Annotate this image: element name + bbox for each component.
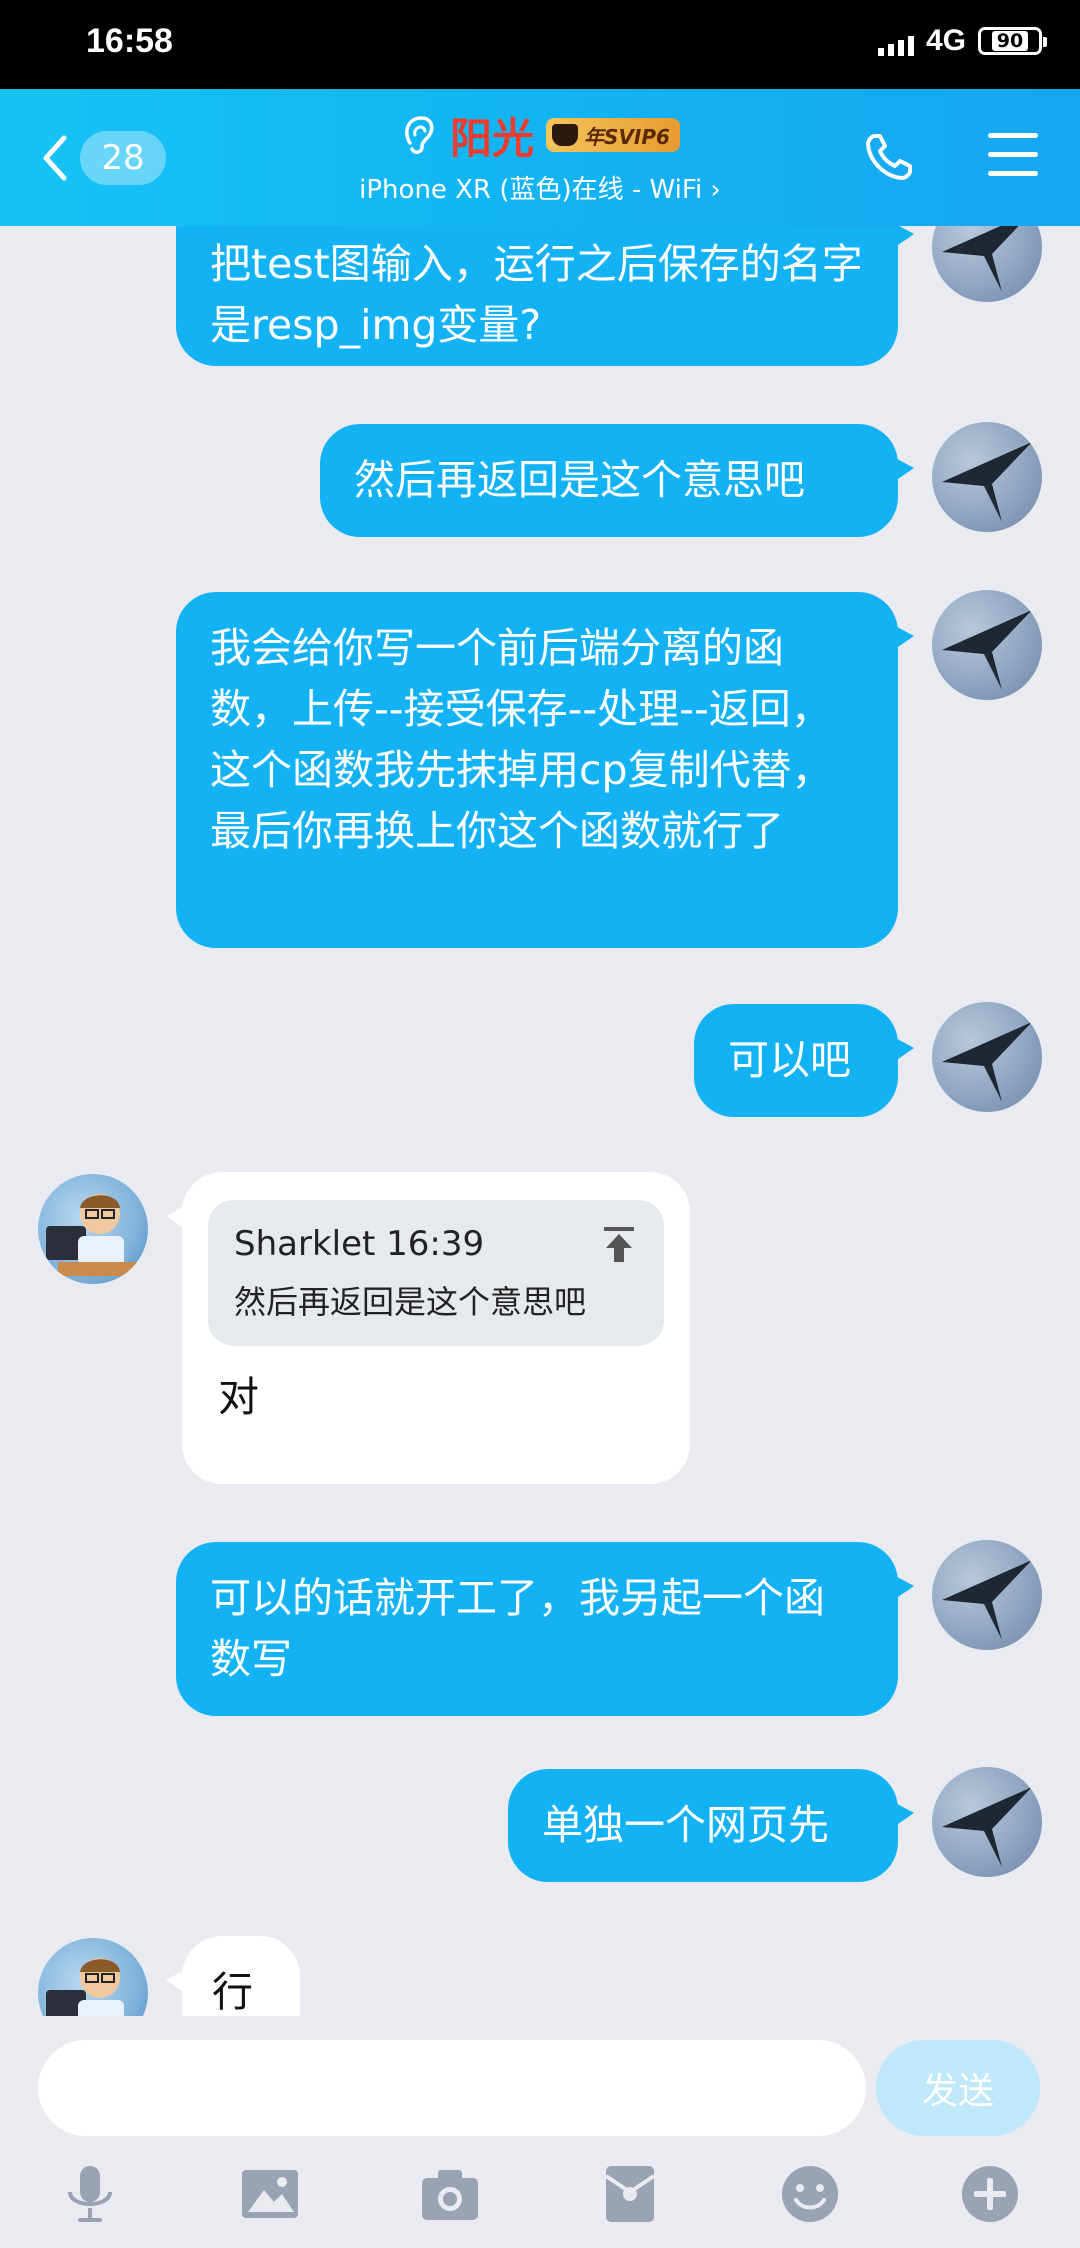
self-avatar[interactable]: [932, 590, 1042, 700]
self-avatar[interactable]: [932, 422, 1042, 532]
red-packet-icon[interactable]: [598, 2162, 662, 2226]
menu-button[interactable]: [988, 133, 1038, 179]
online-status: iPhone XR (蓝色)在线 - WiFi ›: [359, 175, 721, 205]
self-avatar[interactable]: [932, 1767, 1042, 1877]
quoted-message[interactable]: Sharklet 16:39 然后再返回是这个意思吧: [208, 1200, 664, 1346]
input-bar: 发送: [0, 2016, 1080, 2248]
status-bar: 16:58 4G 90: [0, 0, 1080, 89]
input-toolbar: [0, 2150, 1080, 2248]
svip-label: 年SVIP6: [584, 124, 670, 149]
send-button[interactable]: 发送: [876, 2040, 1040, 2136]
self-avatar[interactable]: [932, 226, 1042, 302]
message-text: 我会给你写一个前后端分离的函数，上传--接受保存--处理--返回，这个函数我先抹…: [210, 624, 833, 855]
image-icon[interactable]: [238, 2162, 302, 2226]
message-bubble-incoming[interactable]: Sharklet 16:39 然后再返回是这个意思吧 对: [166, 1172, 690, 1484]
phone-icon[interactable]: [863, 131, 915, 183]
mic-icon[interactable]: [58, 2162, 122, 2226]
ear-icon: [405, 116, 434, 154]
message-bubble-outgoing[interactable]: 把test图输入，运行之后保存的名字是resp_img变量?: [176, 226, 914, 366]
crown-icon: [552, 124, 579, 146]
message-bubble-outgoing[interactable]: 可以吧: [694, 1004, 914, 1117]
plus-icon[interactable]: [958, 2162, 1022, 2226]
signal-icon: [877, 26, 914, 56]
status-time: 16:58: [86, 22, 173, 60]
contact-avatar[interactable]: [38, 1174, 148, 1284]
message-bubble-outgoing[interactable]: 可以的话就开工了，我另起一个函数写: [176, 1542, 914, 1716]
message-bubble-outgoing[interactable]: 单独一个网页先: [508, 1769, 914, 1882]
message-bubble-incoming[interactable]: 行: [166, 1936, 300, 2016]
message-text: 然后再返回是这个意思吧: [354, 456, 805, 504]
emoji-icon[interactable]: [778, 2162, 842, 2226]
message-bubble-outgoing[interactable]: 我会给你写一个前后端分离的函数，上传--接受保存--处理--返回，这个函数我先抹…: [176, 592, 914, 948]
contact-info[interactable]: 阳光 年SVIP6 iPhone XR (蓝色)在线 - WiFi ›: [0, 107, 1080, 206]
message-list[interactable]: 把test图输入，运行之后保存的名字是resp_img变量? 然后再返回是这个意…: [0, 226, 1080, 2016]
contact-name: 阳光: [450, 113, 535, 163]
battery-icon: 90: [978, 27, 1047, 55]
message-text: 行: [212, 1968, 253, 2016]
jump-to-message-icon[interactable]: [600, 1224, 638, 1264]
message-text: 可以的话就开工了，我另起一个函数写: [210, 1574, 825, 1683]
self-avatar[interactable]: [932, 1540, 1042, 1650]
message-text: 对: [218, 1373, 259, 1421]
contact-avatar[interactable]: [38, 1938, 148, 2016]
camera-icon[interactable]: [418, 2162, 482, 2226]
message-text: 把test图输入，运行之后保存的名字是resp_img变量?: [210, 240, 863, 349]
status-icons: 4G 90: [877, 24, 1047, 58]
message-text: 可以吧: [728, 1036, 851, 1084]
message-bubble-outgoing[interactable]: 然后再返回是这个意思吧: [320, 424, 914, 537]
message-input[interactable]: [38, 2040, 866, 2136]
chat-screen: 16:58 4G 90 28 阳光 年SVIP6 iPhone XR (蓝色)在…: [0, 0, 1080, 2248]
quote-text: 然后再返回是这个意思吧: [234, 1283, 587, 1321]
message-text: 单独一个网页先: [542, 1801, 829, 1849]
battery-level: 90: [991, 31, 1029, 51]
chat-header: 28 阳光 年SVIP6 iPhone XR (蓝色)在线 - WiFi ›: [0, 89, 1080, 226]
quote-sender: Sharklet 16:39: [234, 1224, 485, 1264]
self-avatar[interactable]: [932, 1002, 1042, 1112]
svip-badge: 年SVIP6: [546, 118, 680, 152]
network-type: 4G: [925, 24, 966, 57]
